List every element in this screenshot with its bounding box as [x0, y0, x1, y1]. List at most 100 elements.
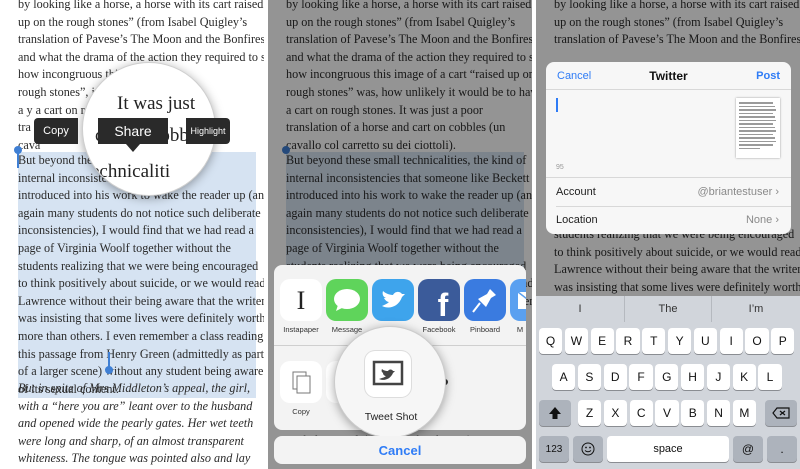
copy-menu-item[interactable]: Copy — [34, 118, 78, 144]
thumbnail-line — [739, 137, 775, 139]
key-q[interactable]: Q — [539, 328, 563, 354]
key-z[interactable]: Z — [578, 400, 602, 426]
thumbnail-line — [739, 147, 760, 149]
key-a[interactable]: A — [552, 364, 576, 390]
space-key[interactable]: space — [607, 436, 729, 462]
character-count: 95 — [556, 164, 564, 171]
text-line: to think positively about suicide, or we… — [18, 276, 264, 291]
thumbnail-line — [739, 130, 777, 132]
key-u[interactable]: U — [693, 328, 717, 354]
key-c[interactable]: C — [629, 400, 653, 426]
text-line: and opened wide the pearly gates. Her we… — [18, 416, 254, 431]
thumbnail-line — [739, 133, 774, 135]
thumbnail-line — [739, 144, 774, 146]
shift-arrow-icon — [549, 407, 561, 419]
account-row[interactable]: Account @briantestuser › — [546, 178, 791, 206]
twitter-icon[interactable] — [372, 279, 414, 321]
svg-text:f: f — [438, 287, 449, 321]
key-y[interactable]: Y — [668, 328, 692, 354]
key-m[interactable]: M — [732, 400, 756, 426]
text-line: of a larger scene) without any student b… — [18, 364, 264, 379]
selection-start-line — [17, 150, 19, 168]
emoji-key[interactable] — [573, 436, 603, 462]
keyboard: I The I’m QWERTYUIOPASDFGHJKLZXCVBNM 123… — [536, 296, 800, 469]
thumbnail-line — [739, 123, 774, 125]
period-key[interactable]: . — [767, 436, 797, 462]
share-cancel-button[interactable]: Cancel — [274, 436, 526, 464]
reader-panel-compose: by looking like a horse, a horse with it… — [536, 0, 800, 469]
highlight-label: Highlight — [190, 126, 226, 136]
key-g[interactable]: G — [655, 364, 679, 390]
key-t[interactable]: T — [642, 328, 666, 354]
highlight-menu-item[interactable]: Highlight — [186, 118, 230, 144]
text-line: Lawrence without their being aware that … — [18, 293, 264, 308]
key-i[interactable]: I — [719, 328, 743, 354]
compose-title: Twitter — [649, 69, 688, 83]
chevron-right-icon: › — [775, 214, 779, 226]
share-menu-item[interactable]: Share — [98, 118, 168, 144]
tweet-attachment-thumbnail — [736, 98, 780, 158]
key-e[interactable]: E — [590, 328, 614, 354]
text-line: inconsistencies), I would find that we h… — [18, 223, 254, 238]
key-o[interactable]: O — [745, 328, 769, 354]
key-f[interactable]: F — [629, 364, 653, 390]
suggestion-1[interactable]: I — [536, 296, 624, 322]
shift-key[interactable] — [539, 400, 571, 426]
copy-icon[interactable] — [280, 361, 322, 403]
message-icon[interactable] — [326, 279, 368, 321]
thumbnail-line — [739, 126, 775, 128]
account-value: @briantestuser › — [698, 186, 780, 198]
at-key[interactable]: @ — [733, 436, 763, 462]
compose-post-button[interactable]: Post — [756, 70, 780, 82]
suggestion-3[interactable]: I’m — [712, 296, 800, 322]
menu-pointer — [126, 144, 140, 152]
tweet-text-area[interactable] — [546, 92, 726, 168]
action-label: Copy — [292, 407, 310, 416]
key-d[interactable]: D — [603, 364, 627, 390]
thumbnail-line — [739, 119, 777, 121]
location-label: Location — [556, 214, 598, 226]
app-label: Facebook — [422, 325, 456, 334]
thumbnail-text — [739, 102, 777, 149]
chevron-right-icon: › — [775, 186, 779, 198]
key-r[interactable]: R — [616, 328, 640, 354]
account-handle: @briantestuser — [697, 186, 773, 198]
key-w[interactable]: W — [564, 328, 588, 354]
thumbnail-line — [739, 102, 774, 104]
key-v[interactable]: V — [655, 400, 679, 426]
key-p[interactable]: P — [771, 328, 795, 354]
backspace-key[interactable] — [765, 400, 797, 426]
thumbnail-line — [739, 105, 775, 107]
location-text: None — [745, 214, 773, 226]
key-x[interactable]: X — [603, 400, 627, 426]
backspace-icon — [772, 407, 790, 419]
key-h[interactable]: H — [681, 364, 705, 390]
account-label: Account — [556, 186, 596, 198]
magnifier-line-1: It was just — [117, 93, 196, 114]
key-b[interactable]: B — [681, 400, 705, 426]
selection-end-handle[interactable] — [105, 366, 113, 374]
key-j[interactable]: J — [706, 364, 730, 390]
text-line: again many students do not notice such d… — [18, 205, 261, 220]
text-line: page of Virginia Woolf together without … — [18, 240, 231, 255]
instapaper-icon[interactable]: I — [280, 279, 322, 321]
text-line: were long and sharp, of an almost transp… — [18, 433, 244, 448]
mail-icon[interactable] — [510, 279, 526, 321]
facebook-icon[interactable]: f — [418, 279, 460, 323]
location-row[interactable]: Location None › — [546, 207, 791, 234]
magnifier-line-4: echnicaliti — [91, 161, 171, 182]
location-value: None › — [746, 214, 779, 226]
text-line: by looking like a horse, a horse with it… — [18, 0, 264, 11]
text-line: with a “here you are” leant over to the … — [18, 398, 253, 413]
numbers-key[interactable]: 123 — [539, 436, 569, 462]
thumbnail-line — [739, 112, 774, 114]
key-l[interactable]: L — [758, 364, 782, 390]
key-n[interactable]: N — [707, 400, 731, 426]
tweet-shot-icon[interactable] — [365, 351, 411, 397]
key-k[interactable]: K — [732, 364, 756, 390]
suggestion-2[interactable]: The — [624, 296, 712, 322]
key-s[interactable]: S — [577, 364, 601, 390]
text-line: translation of Pavese’s The Moon and the… — [18, 32, 264, 47]
pinboard-icon[interactable] — [464, 279, 506, 321]
thumbnail-line — [739, 109, 777, 111]
